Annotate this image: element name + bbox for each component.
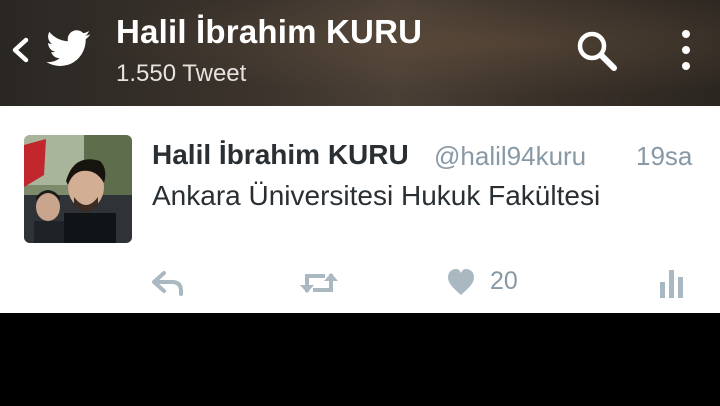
heart-icon[interactable]	[446, 266, 476, 300]
avatar[interactable]	[24, 135, 132, 243]
app-bar: Halil İbrahim KURU 1.550 Tweet	[0, 0, 720, 106]
tweet-author-handle[interactable]: @halil94kuru	[434, 141, 586, 172]
empty-area	[0, 313, 720, 406]
tweet-timestamp: 19sa	[636, 141, 693, 171]
analytics-icon[interactable]	[658, 266, 690, 300]
retweet-icon[interactable]	[298, 266, 340, 300]
tweet-author-name[interactable]: Halil İbrahim KURU	[152, 139, 409, 171]
tweet-card[interactable]: Halil İbrahim KURU @halil94kuru 19sa Ank…	[0, 106, 720, 313]
tweet-count: 1.550 Tweet	[116, 60, 247, 87]
search-icon[interactable]	[574, 28, 620, 74]
like-count: 20	[490, 267, 518, 295]
reply-icon[interactable]	[150, 266, 186, 300]
overflow-menu-icon[interactable]	[676, 28, 696, 74]
profile-title: Halil İbrahim KURU	[116, 13, 423, 50]
tweet-text: Ankara Üniversitesi Hukuk Fakültesi	[152, 180, 601, 211]
twitter-bird-icon[interactable]	[44, 26, 94, 70]
back-arrow-icon[interactable]	[6, 30, 34, 70]
